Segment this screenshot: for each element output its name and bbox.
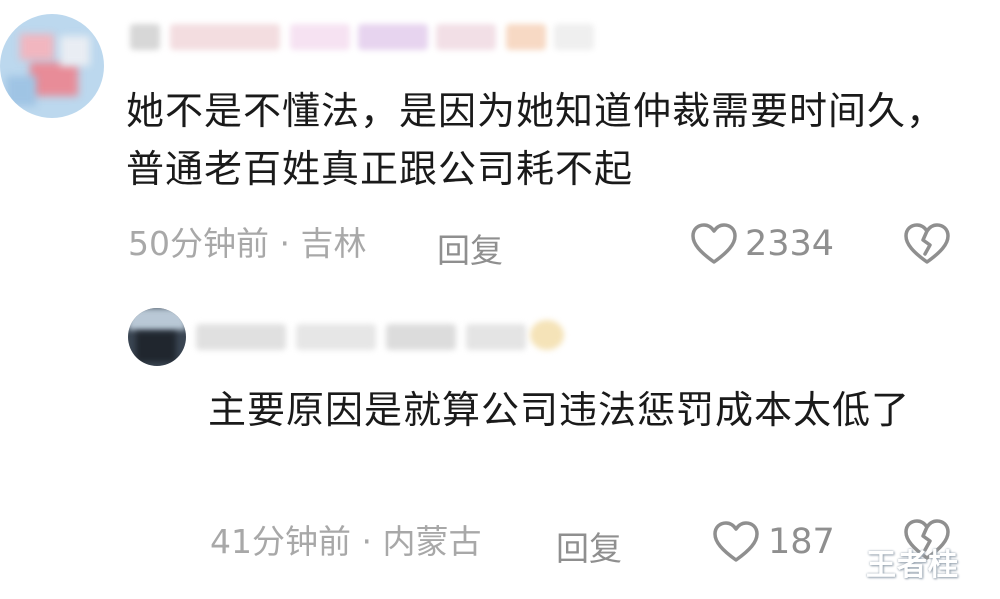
broken-heart-icon bbox=[904, 223, 950, 264]
meta-separator: · bbox=[279, 224, 291, 263]
watermark: 王者桂 bbox=[866, 548, 959, 583]
comment-meta: 50分钟前 · 吉林 bbox=[128, 224, 367, 264]
avatar-pixel bbox=[6, 76, 36, 106]
comment-time: 50分钟前 bbox=[128, 224, 269, 263]
avatar-pixel bbox=[30, 62, 78, 96]
username-blurred[interactable] bbox=[130, 16, 600, 56]
comment-text: 她不是不懂法，是因为她知道仲裁需要时间久，普通老百姓真正跟公司耗不起 bbox=[126, 89, 946, 191]
reply-text: 主要原因是就算公司违法惩罚成本太低了 bbox=[208, 388, 911, 432]
heart-outline-icon bbox=[713, 521, 759, 562]
meta-separator: · bbox=[361, 522, 373, 561]
reply-like-button[interactable] bbox=[712, 520, 760, 564]
dislike-button[interactable] bbox=[903, 222, 951, 266]
like-button[interactable] bbox=[690, 222, 738, 266]
avatar-pixel bbox=[60, 36, 90, 66]
avatar[interactable] bbox=[0, 14, 104, 118]
reply-meta: 41分钟前 · 内蒙古 bbox=[210, 522, 482, 562]
reply-avatar[interactable] bbox=[128, 308, 186, 366]
comment-location: 吉林 bbox=[300, 224, 367, 263]
heart-outline-icon bbox=[691, 223, 737, 264]
reply-time: 41分钟前 bbox=[210, 522, 351, 561]
reply-username-blurred[interactable] bbox=[196, 318, 576, 358]
reply-to-reply-button[interactable]: 回复 bbox=[556, 522, 622, 570]
like-count: 2334 bbox=[745, 224, 835, 264]
reply-button[interactable]: 回复 bbox=[437, 224, 503, 272]
reply-like-count: 187 bbox=[768, 522, 835, 562]
avatar-pixel bbox=[20, 34, 54, 60]
reply-location: 内蒙古 bbox=[382, 522, 482, 561]
